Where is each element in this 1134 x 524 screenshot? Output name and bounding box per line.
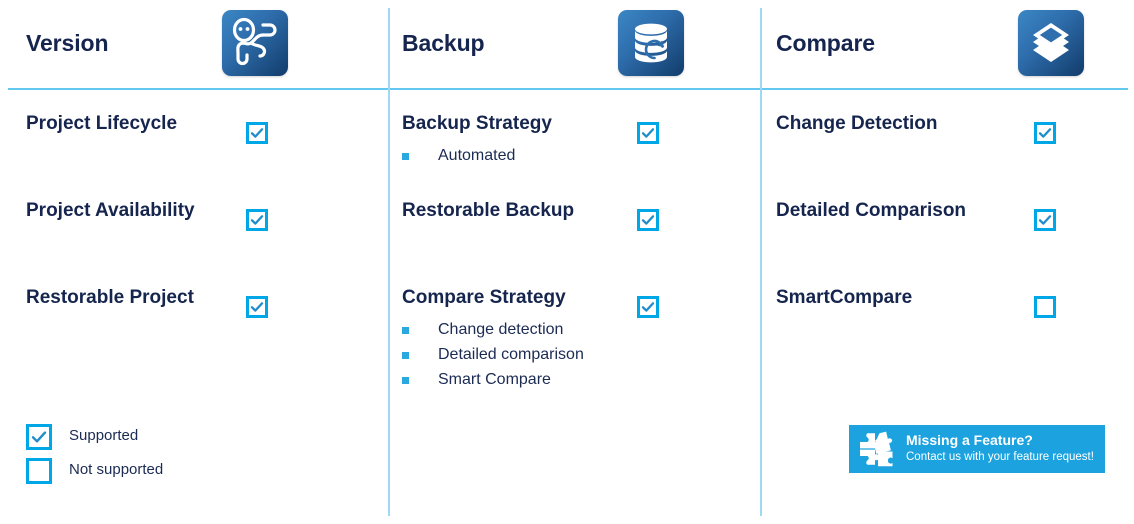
feature-bullets: Change detection Detailed comparison Sma… — [402, 317, 584, 392]
version-branch-icon — [222, 10, 288, 76]
puzzle-pieces-icon — [857, 430, 897, 468]
feature-label: Project Lifecycle — [26, 113, 178, 134]
checkbox-supported[interactable] — [1034, 122, 1056, 144]
banner-title: Missing a Feature? — [906, 432, 1033, 448]
feature-comparison-slide: Version Project Lifecycle Project Availa… — [0, 0, 1134, 524]
legend-label-not-supported: Not supported — [69, 461, 164, 478]
checkbox-supported[interactable] — [637, 209, 659, 231]
layers-stack-icon — [1018, 10, 1084, 76]
feature-label: SmartCompare — [776, 287, 913, 308]
column-title: Compare — [776, 30, 875, 56]
banner-text-group: Missing a Feature? Contact us with your … — [906, 431, 1094, 465]
feature-label: Restorable Project — [26, 287, 194, 308]
legend-label-supported: Supported — [69, 427, 139, 444]
banner-subtitle: Contact us with your feature request! — [906, 451, 1094, 463]
checkbox-supported[interactable] — [1034, 209, 1056, 231]
bullet-item: Smart Compare — [402, 367, 584, 392]
feature-label: Restorable Backup — [402, 200, 575, 221]
column-backup: Backup Backup Strategy Automated Restora… — [390, 0, 760, 524]
feature-label: Change Detection — [776, 113, 938, 134]
feature-label: Detailed Comparison — [776, 200, 967, 221]
column-header-backup: Backup — [390, 0, 760, 88]
checkbox-unsupported-legend — [26, 458, 52, 484]
feature-label: Backup Strategy — [402, 113, 552, 134]
checkbox-supported[interactable] — [246, 296, 268, 318]
checkbox-supported[interactable] — [637, 122, 659, 144]
checkbox-supported[interactable] — [637, 296, 659, 318]
column-header-version: Version — [0, 0, 388, 88]
checkbox-supported[interactable] — [246, 209, 268, 231]
feature-label: Compare Strategy — [402, 287, 566, 308]
column-title: Backup — [402, 30, 485, 56]
checkbox-supported-legend — [26, 424, 52, 450]
feature-bullets: Automated — [402, 143, 515, 168]
bullet-item: Automated — [402, 143, 515, 168]
bullet-item: Detailed comparison — [402, 342, 584, 367]
checkbox-unsupported[interactable] — [1034, 296, 1056, 318]
column-title: Version — [26, 30, 109, 56]
column-version: Version Project Lifecycle Project Availa… — [0, 0, 388, 524]
missing-feature-banner[interactable]: Missing a Feature? Contact us with your … — [849, 425, 1105, 473]
database-restore-icon — [618, 10, 684, 76]
column-header-compare: Compare — [762, 0, 1134, 88]
bullet-item: Change detection — [402, 317, 584, 342]
feature-label: Project Availability — [26, 200, 195, 221]
checkbox-supported[interactable] — [246, 122, 268, 144]
